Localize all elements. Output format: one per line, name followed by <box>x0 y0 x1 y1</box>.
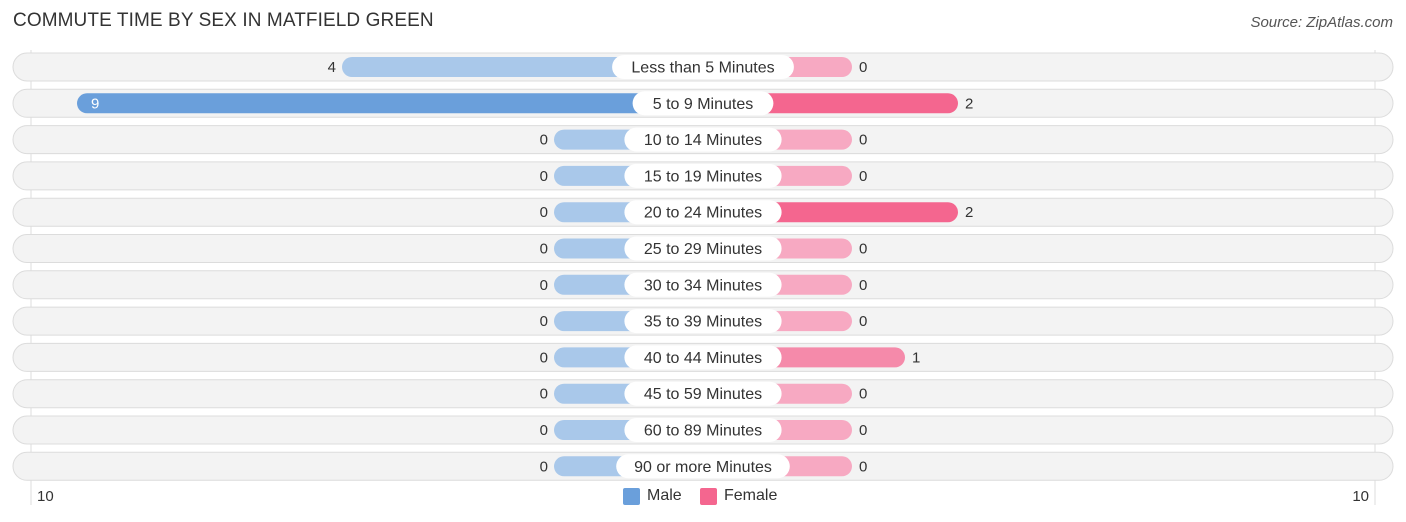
category-label: 30 to 34 Minutes <box>644 277 762 294</box>
category-label: 20 to 24 Minutes <box>644 205 762 222</box>
value-label-male: 9 <box>91 95 99 112</box>
value-label-female: 0 <box>859 386 867 403</box>
value-label-male: 0 <box>540 168 548 185</box>
legend-label-male: Male <box>647 487 682 504</box>
category-label: 40 to 44 Minutes <box>644 350 762 367</box>
value-label-female: 0 <box>859 168 867 185</box>
value-label-female: 0 <box>859 59 867 76</box>
category-label: 25 to 29 Minutes <box>644 241 762 258</box>
value-label-male: 0 <box>540 313 548 330</box>
value-label-male: 0 <box>540 132 548 149</box>
legend-item-female: Female <box>700 487 777 505</box>
value-label-female: 0 <box>859 313 867 330</box>
category-label: Less than 5 Minutes <box>631 60 774 77</box>
legend-swatch-male <box>623 487 640 505</box>
value-label-female: 0 <box>859 132 867 149</box>
value-label-female: 2 <box>965 204 973 221</box>
value-label-female: 2 <box>965 95 973 112</box>
bar-male <box>77 93 703 114</box>
category-label: 60 to 89 Minutes <box>644 423 762 440</box>
category-label: 5 to 9 Minutes <box>653 96 754 113</box>
category-label: 45 to 59 Minutes <box>644 386 762 403</box>
value-label-female: 1 <box>912 349 920 366</box>
value-label-male: 0 <box>540 422 548 439</box>
legend-swatch-female <box>700 487 717 505</box>
value-label-female: 0 <box>859 458 867 475</box>
legend-label-female: Female <box>724 487 778 504</box>
category-label: 35 to 39 Minutes <box>644 314 762 331</box>
value-label-male: 0 <box>540 277 548 294</box>
value-label-male: 0 <box>540 204 548 221</box>
value-label-female: 0 <box>859 422 867 439</box>
legend-item-male: Male <box>623 487 682 505</box>
value-label-female: 0 <box>859 277 867 294</box>
value-label-female: 0 <box>859 241 867 258</box>
value-label-male: 0 <box>540 458 548 475</box>
value-label-male: 0 <box>540 241 548 258</box>
chart-area: Less than 5 Minutes 4 0 5 to 9 Minutes 9 2 10 … <box>12 50 1394 505</box>
value-label-male: 4 <box>328 59 336 76</box>
category-label: 90 or more Minutes <box>634 459 772 476</box>
legend: Male Female <box>0 487 1406 509</box>
value-label-male: 0 <box>540 349 548 366</box>
category-label: 10 to 14 Minutes <box>644 132 762 149</box>
category-label: 15 to 19 Minutes <box>644 168 762 185</box>
value-label-male: 0 <box>540 386 548 403</box>
